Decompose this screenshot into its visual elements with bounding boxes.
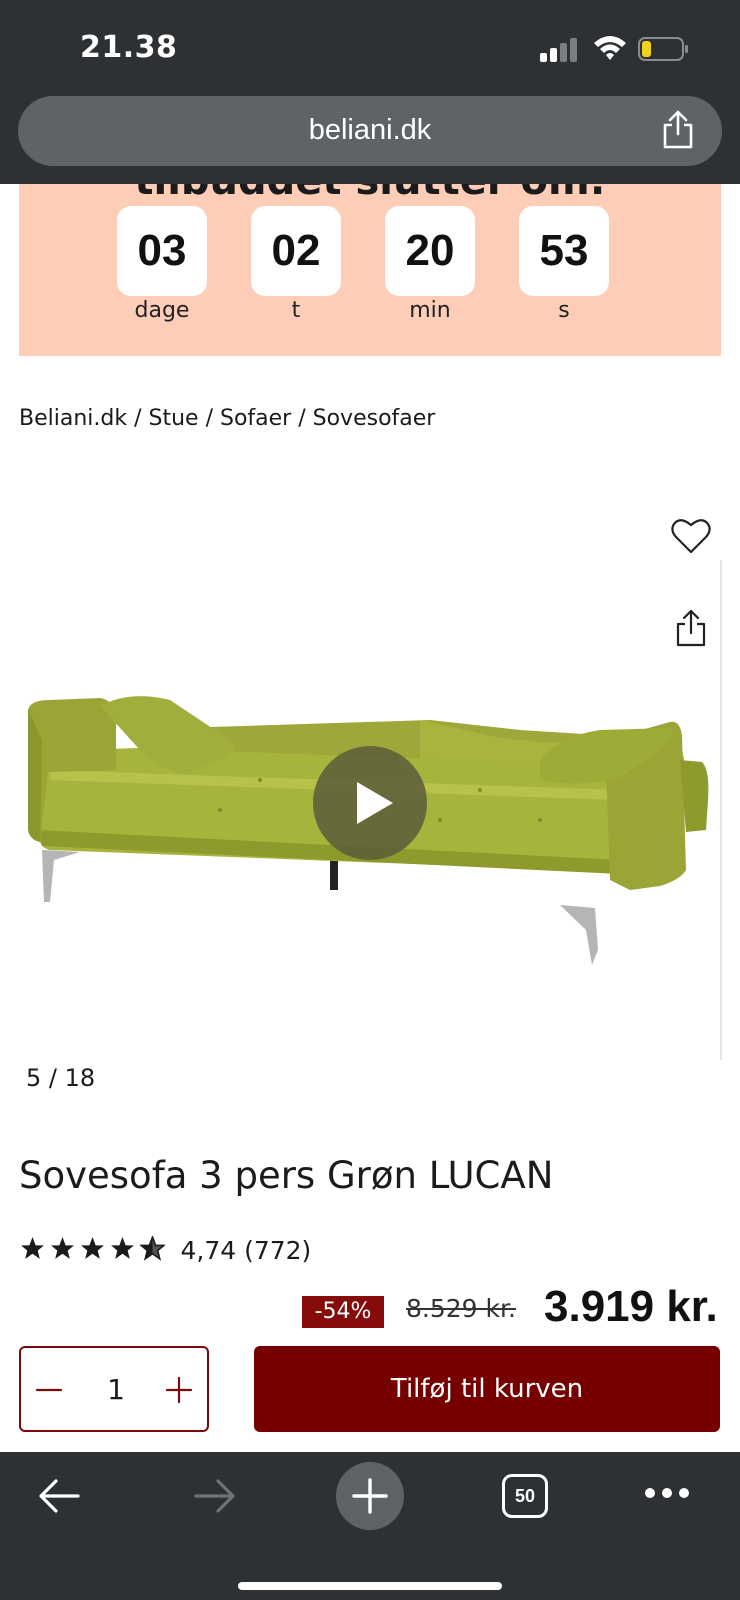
countdown-hours: 02 [251,206,341,296]
battery-icon [638,37,688,61]
countdown-banner: tilbuddet slutter om: 03 dage 02 t 20 mi… [19,184,721,356]
url-bar[interactable]: beliani.dk [18,96,722,166]
back-icon[interactable] [38,1476,82,1516]
countdown-unit: t [291,298,301,323]
countdown-days: 03 [117,206,207,296]
product-rating[interactable]: 4,74 (772) [20,1236,311,1276]
countdown-unit: min [409,298,451,323]
breadcrumb-link[interactable]: Sovesofaer [313,406,436,431]
heart-icon[interactable] [670,516,712,556]
share-icon[interactable] [674,608,708,648]
breadcrumb-link[interactable]: Sofaer [220,406,291,431]
countdown-value: 02 [271,226,321,275]
countdown-seconds: 53 [519,206,609,296]
product-title: Sovesofa 3 pers Grøn LUCAN [19,1154,554,1197]
price-row: -54% 8.529 kr. 3.919 kr. [0,1286,740,1328]
star-icon [21,1237,44,1259]
star-icon [81,1237,105,1259]
play-icon [357,782,393,824]
countdown-unit: dage [134,298,190,323]
breadcrumb-separator: / [291,406,313,431]
plus-icon[interactable] [159,1370,199,1410]
quantity-value[interactable]: 1 [81,1373,151,1406]
star-icon [111,1237,135,1259]
gallery-scrollbar[interactable] [720,560,722,1060]
new-tab-icon [352,1478,388,1514]
current-price: 3.919 kr. [544,1286,718,1328]
promo-heading: tilbuddet slutter om: [19,184,721,204]
share-icon[interactable] [660,110,696,150]
countdown-unit: s [558,298,570,323]
discount-badge: -54% [302,1296,384,1328]
browser-toolbar: 50 [0,1452,740,1600]
breadcrumb: Beliani.dk / Stue / Sofaer / Sovesofaer [19,406,435,431]
wifi-icon [594,36,626,60]
breadcrumb-link[interactable]: Beliani.dk [19,406,127,431]
new-tab-button[interactable] [336,1462,404,1530]
breadcrumb-separator: / [198,406,220,431]
add-to-cart-button[interactable]: Tilføj til kurven [254,1346,720,1432]
quantity-stepper: 1 [19,1346,209,1432]
signal-icon [540,36,580,62]
old-price: 8.529 kr. [406,1294,516,1323]
breadcrumb-link[interactable]: Stue [149,406,199,431]
home-indicator[interactable] [238,1582,502,1590]
play-video-button[interactable] [313,746,427,860]
product-gallery[interactable] [0,460,740,1100]
breadcrumb-separator: / [127,406,149,431]
forward-icon[interactable] [192,1476,236,1516]
countdown-value: 03 [137,226,187,275]
star-half-icon [140,1236,166,1261]
countdown-value: 20 [405,226,455,275]
gallery-counter: 5 / 18 [26,1064,96,1092]
rating-text: 4,74 (772) [180,1236,312,1265]
browser-top-chrome: 21.38 beliani.dk [0,0,740,184]
tabs-icon[interactable]: 50 [502,1474,548,1518]
status-time: 21.38 [80,30,178,65]
minus-icon[interactable] [29,1370,69,1410]
countdown-value: 53 [539,226,589,275]
countdown-minutes: 20 [385,206,475,296]
url-text: beliani.dk [308,114,432,146]
sticky-add-to-cart: 1 Tilføj til kurven [0,1328,740,1452]
rating-stars [20,1236,166,1265]
more-icon[interactable] [644,1486,690,1500]
star-icon [51,1237,75,1259]
